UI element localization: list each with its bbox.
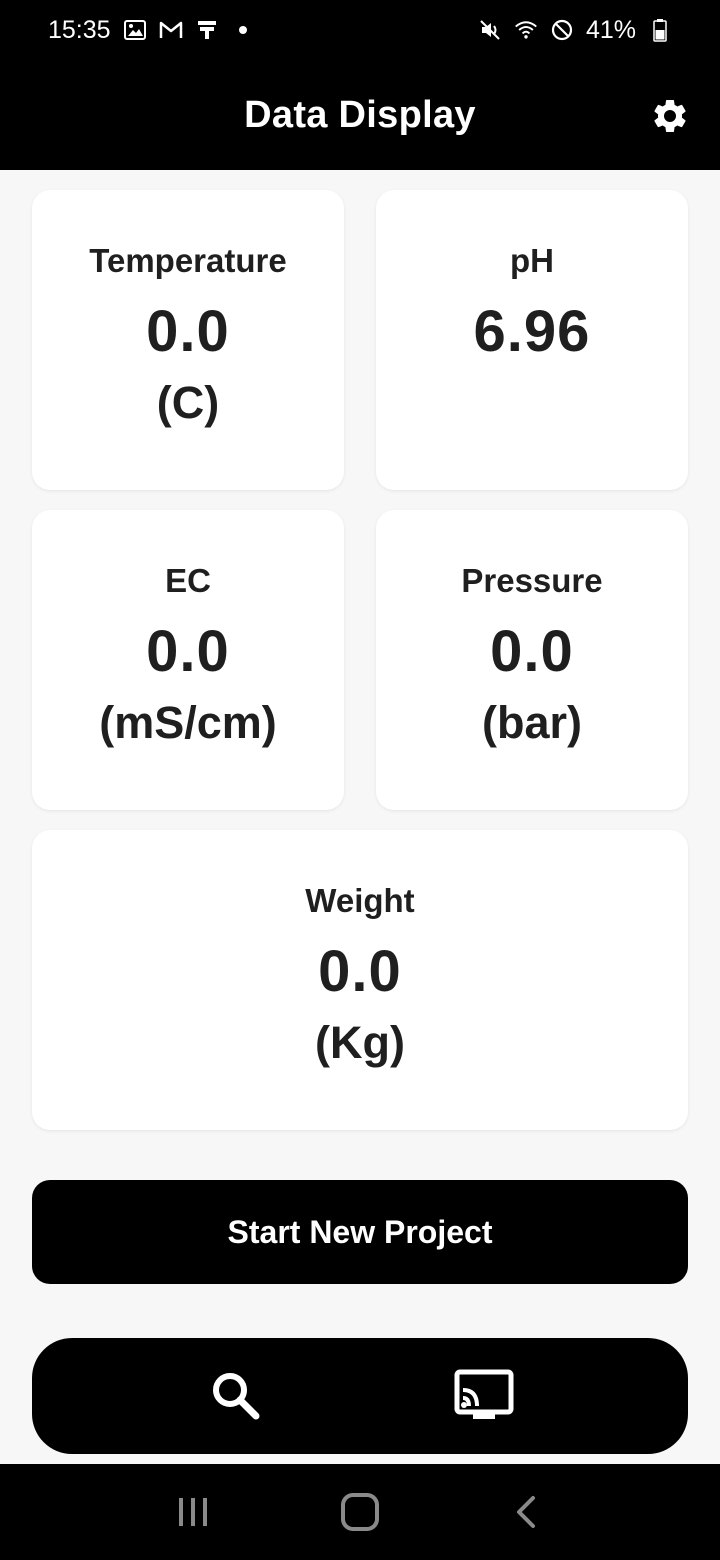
status-bar: 15:35 41% — [0, 0, 720, 60]
status-left: 15:35 — [48, 16, 255, 45]
settings-button[interactable] — [648, 94, 692, 138]
cast-button[interactable] — [452, 1364, 516, 1428]
pressure-label: Pressure — [461, 562, 603, 599]
home-icon — [340, 1493, 379, 1531]
temperature-value: 0.0 — [146, 299, 230, 364]
cast-icon — [454, 1369, 514, 1419]
do-not-disturb-icon — [550, 18, 574, 42]
ec-unit: (mS/cm) — [99, 697, 277, 748]
system-nav-bar — [0, 1464, 720, 1560]
gmail-icon — [159, 18, 183, 42]
pressure-value: 0.0 — [490, 619, 574, 684]
bottom-action-bar — [32, 1338, 688, 1454]
status-right: 41% — [478, 16, 672, 45]
gallery-icon — [123, 18, 147, 42]
app-icon — [195, 18, 219, 42]
temperature-unit: (C) — [156, 377, 220, 428]
pressure-card: Pressure 0.0 (bar) — [376, 510, 688, 810]
weight-unit: (Kg) — [315, 1017, 405, 1068]
search-button[interactable] — [204, 1364, 268, 1428]
weight-value: 0.0 — [318, 939, 402, 1004]
back-button[interactable] — [497, 1482, 557, 1542]
app-bar: Data Display — [0, 60, 720, 170]
wifi-icon — [514, 18, 538, 42]
status-time: 15:35 — [48, 15, 111, 44]
temperature-card: Temperature 0.0 (C) — [32, 190, 344, 490]
search-icon — [213, 1373, 260, 1420]
gear-icon — [654, 99, 686, 132]
temperature-label: Temperature — [89, 242, 287, 279]
recents-button[interactable] — [163, 1482, 223, 1542]
ph-value: 6.96 — [473, 299, 591, 364]
battery-percent: 41% — [585, 15, 636, 44]
page-title: Data Display — [244, 93, 476, 136]
ec-card: EC 0.0 (mS/cm) — [32, 510, 344, 810]
ph-label: pH — [510, 242, 554, 279]
recents-icon — [179, 1498, 208, 1526]
back-icon — [516, 1496, 535, 1528]
ec-label: EC — [165, 562, 211, 599]
ph-card: pH 6.96 — [376, 190, 688, 490]
weight-label: Weight — [305, 882, 415, 919]
dot-icon — [231, 18, 255, 42]
pressure-unit: (bar) — [482, 697, 582, 748]
start-new-project-button[interactable]: Start New Project — [32, 1180, 688, 1284]
battery-icon — [648, 18, 672, 42]
ec-value: 0.0 — [146, 619, 230, 684]
weight-card: Weight 0.0 (Kg) — [32, 830, 688, 1130]
mute-icon — [478, 18, 502, 42]
home-button[interactable] — [330, 1482, 390, 1542]
